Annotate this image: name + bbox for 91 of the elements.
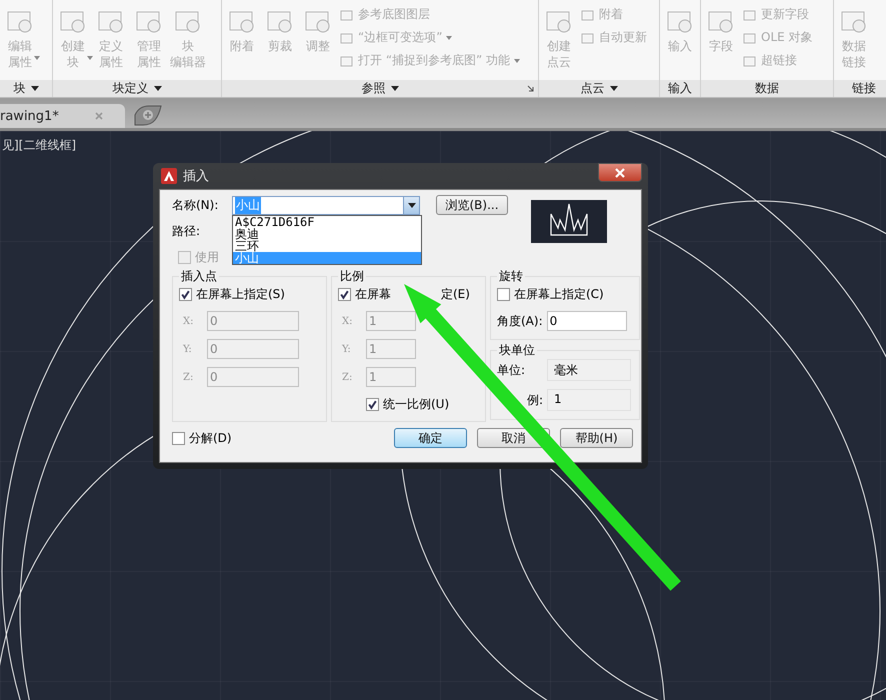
- combobox-value: 小山: [235, 196, 261, 214]
- name-label: 名称(N):: [172, 196, 220, 214]
- factor-label: 例:: [526, 392, 543, 408]
- unit-label: 单位:: [497, 362, 526, 378]
- panel-title[interactable]: 输入: [660, 80, 700, 97]
- caret-icon: [514, 58, 520, 62]
- panel-title[interactable]: 块定义: [53, 80, 221, 97]
- dropdown-option[interactable]: 奥迪: [233, 228, 421, 240]
- caret-icon: [408, 202, 416, 208]
- ribbon-button[interactable]: 数据 链接: [836, 4, 872, 80]
- tool-icon: [340, 8, 354, 22]
- ribbon-small-button[interactable]: 打开 “捕捉到参考底图” 功能: [338, 51, 522, 70]
- tool-icon: [743, 30, 757, 44]
- ribbon-button[interactable]: 剪裁: [262, 4, 298, 80]
- coordinate-label: Y:: [183, 344, 193, 354]
- checkbox-label: 使用: [195, 248, 219, 266]
- caret-icon: [30, 86, 38, 91]
- panel-title[interactable]: 链接: [834, 80, 886, 97]
- checkbox-label: 定(E): [441, 286, 470, 302]
- tool-icon: [340, 54, 354, 68]
- caret-icon: [446, 36, 452, 40]
- angle-label: 角度(A):: [497, 312, 543, 330]
- app-logo-icon: [161, 168, 177, 184]
- viewport-label[interactable]: 见][二维线框]: [2, 137, 76, 154]
- panel-title[interactable]: 数据: [701, 80, 833, 97]
- browse-button[interactable]: 浏览(B)...: [436, 195, 508, 215]
- group-title: 块单位: [498, 342, 536, 359]
- checkbox[interactable]: [497, 288, 510, 300]
- close-icon: [615, 168, 625, 178]
- dropdown-option[interactable]: 小山: [233, 252, 421, 264]
- caret-icon: [34, 56, 40, 60]
- checkbox-label: 分解(D): [189, 430, 232, 446]
- launcher-icon[interactable]: [527, 85, 534, 92]
- ribbon-button[interactable]: 定义 属性: [93, 4, 129, 80]
- tool-icon: [340, 30, 354, 44]
- ribbon-button[interactable]: 编辑 属性: [2, 4, 38, 80]
- ribbon-button[interactable]: 创建 点云: [541, 4, 577, 80]
- checkbox-label: 在屏幕: [355, 286, 391, 302]
- ribbon-small-button[interactable]: 附着: [579, 5, 649, 24]
- ribbon-small-button[interactable]: 自动更新: [579, 28, 649, 47]
- dropdown-option[interactable]: 三环: [233, 240, 421, 252]
- coordinate-label: X:: [183, 316, 194, 326]
- factor-value: 1: [547, 389, 631, 411]
- ribbon-small-button[interactable]: OLE 对象: [741, 28, 815, 47]
- coordinate-label: Y:: [342, 344, 352, 354]
- ribbon-button[interactable]: 附着: [224, 4, 260, 80]
- ribbon-button[interactable]: 字段: [703, 4, 739, 80]
- panel-title[interactable]: 块: [0, 80, 52, 97]
- angle-field[interactable]: 0: [546, 311, 627, 331]
- caret-icon: [87, 56, 93, 60]
- close-button[interactable]: [598, 163, 642, 182]
- checkbox[interactable]: [172, 432, 185, 444]
- ribbon-button[interactable]: 管理 属性: [131, 4, 167, 80]
- dropdown-button[interactable]: [403, 196, 419, 214]
- group-title: 插入点: [180, 268, 218, 285]
- group-title: 旋转: [498, 268, 524, 285]
- dialog-button[interactable]: 确定: [394, 428, 467, 448]
- panel-title[interactable]: 参照: [222, 80, 538, 97]
- dropdown-option[interactable]: A$C271D616F: [233, 216, 421, 228]
- tool-icon: [581, 30, 595, 44]
- document-tab[interactable]: rawing1*: [0, 104, 125, 128]
- unit-value: 毫米: [547, 359, 631, 381]
- checkbox[interactable]: [178, 250, 191, 264]
- checkbox[interactable]: [338, 288, 351, 300]
- caret-icon: [154, 86, 162, 91]
- caret-icon: [610, 86, 618, 91]
- ribbon-small-button[interactable]: 超链接: [741, 51, 815, 70]
- ribbon-button[interactable]: 创建 块: [55, 4, 91, 80]
- coordinate-label: Z:: [183, 372, 194, 382]
- checkbox[interactable]: [179, 288, 192, 300]
- dialog-title: 插入: [183, 168, 209, 185]
- caret-icon: [390, 86, 398, 91]
- ribbon-small-button[interactable]: “边框可变选项”: [338, 28, 522, 47]
- tool-icon: [581, 8, 595, 22]
- coordinate-label: X:: [342, 316, 354, 326]
- ribbon-button[interactable]: 调整: [300, 4, 336, 80]
- path-label: 路径:: [172, 222, 202, 240]
- coordinate-label: Z:: [342, 372, 354, 382]
- ribbon-small-button[interactable]: 参考底图图层: [338, 5, 522, 24]
- checkbox-label: 在屏幕上指定(C): [514, 286, 604, 302]
- checkbox[interactable]: [366, 398, 379, 410]
- checkbox-label: 在屏幕上指定(S): [196, 286, 285, 302]
- tool-icon: [743, 54, 757, 68]
- ribbon-button[interactable]: 块 编辑器: [169, 4, 207, 80]
- ribbon-button[interactable]: 输入: [662, 4, 698, 80]
- ribbon-small-button[interactable]: 更新字段: [741, 5, 815, 24]
- panel-title[interactable]: 点云: [539, 80, 659, 97]
- tool-icon: [743, 8, 757, 22]
- dialog-button[interactable]: 帮助(H): [560, 428, 633, 448]
- checkbox-label: 统一比例(U): [383, 396, 450, 412]
- group-title: 比例: [339, 268, 365, 285]
